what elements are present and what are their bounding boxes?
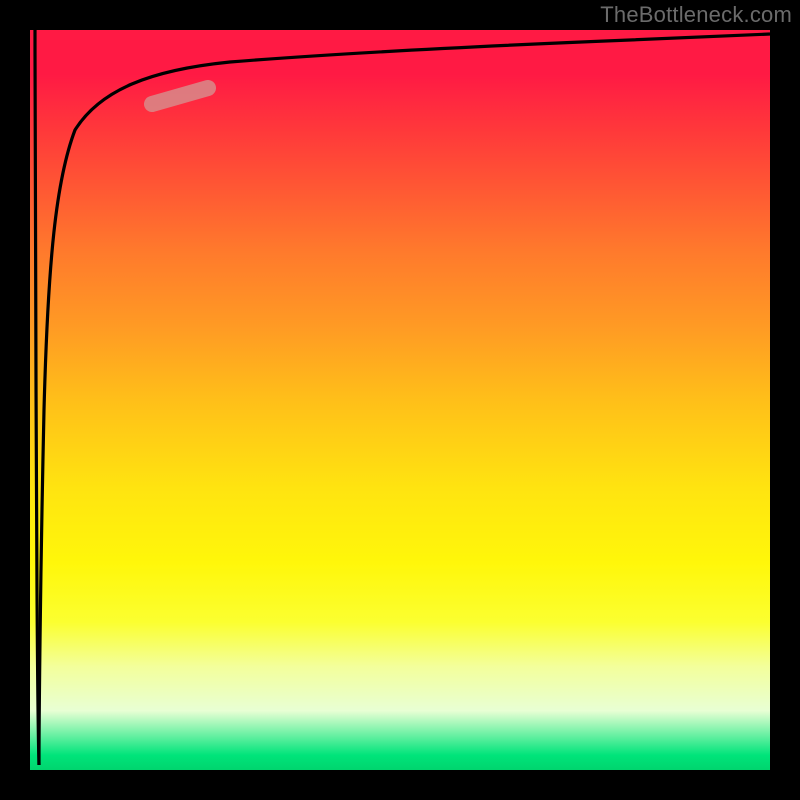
curve-up-path [39,34,770,765]
curve-layer [30,30,770,770]
plot-area [30,30,770,770]
chart-root: TheBottleneck.com [0,0,800,800]
watermark-label: TheBottleneck.com [600,2,792,28]
highlight-marker [152,88,208,104]
